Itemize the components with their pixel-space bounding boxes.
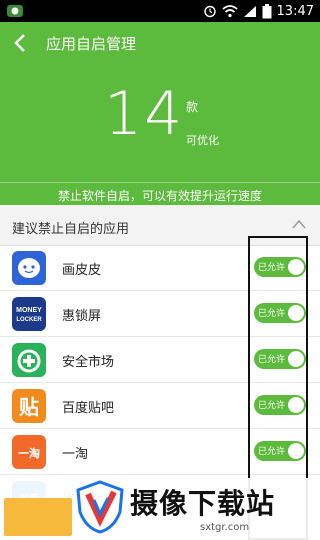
icon-text: MONEY [16,307,42,314]
watermark-banner: 摄像下载站 sxtgr.com [0,478,320,540]
yitao-app-icon: 一淘 [12,435,46,469]
tip-text: 禁止软件自启，可以有效提升运行速度 [0,182,320,204]
app-name: 安全市场 [62,355,115,370]
clock-time: 13:47 [276,3,314,19]
optimizable-count: 14 [104,79,185,149]
wifi-icon [222,4,238,17]
page-title: 应用自启管理 [46,35,137,53]
chevron-up-icon[interactable] [292,219,306,229]
icon-text: LOCKER [16,317,42,323]
icon-text: 贴 [19,395,39,419]
alarm-icon [203,5,216,18]
security-market-app-icon [12,343,46,377]
app-name: 一淘 [62,447,89,462]
watermark-url: sxtgr.com [200,522,250,533]
signal-icon [243,5,256,17]
app-name: 惠锁屏 [62,309,102,324]
shield-logo-icon [76,480,124,534]
back-arrow-icon[interactable] [10,32,32,54]
count-unit: 款 [186,100,199,114]
app-name: 百度贴吧 [62,401,115,416]
section-title: 建议禁止自启的应用 [12,222,130,237]
watermark-title: 摄像下载站 [130,487,276,520]
battery-icon [262,3,272,18]
money-locker-app-icon: MONEY LOCKER [12,297,46,331]
icon-text: 一淘 [18,446,40,460]
header-panel: 应用自启管理 14 款 可优化 禁止软件自启，可以有效提升运行速度 [0,22,320,205]
baidu-tieba-app-icon: 贴 [12,389,46,423]
status-bar: 13:47 [0,0,320,22]
optimizable-label: 可优化 [186,134,219,147]
app-name: 画皮皮 [62,263,102,278]
huapipi-app-icon [12,251,46,285]
watermark-folder-shape [4,498,72,536]
app-notification-icon [7,5,23,17]
